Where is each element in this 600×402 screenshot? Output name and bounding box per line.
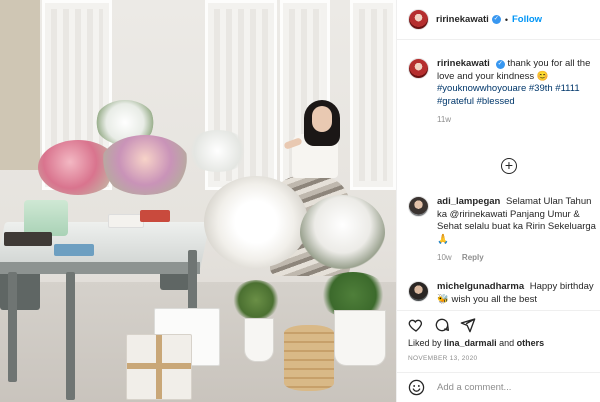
add-comment-input[interactable]: [437, 382, 587, 393]
reply-button[interactable]: Reply: [462, 253, 484, 262]
likes-summary: Liked by lina_darmali and others: [408, 338, 544, 348]
likes-others[interactable]: others: [517, 338, 545, 348]
comment-user[interactable]: adi_lampegan: [437, 196, 500, 207]
plus-circle-icon[interactable]: +: [501, 158, 517, 174]
table-leg: [8, 272, 17, 382]
white-rose-bouquet: [204, 176, 308, 268]
comment-time[interactable]: 10w: [437, 253, 452, 262]
tray: [4, 232, 52, 246]
avatar[interactable]: [408, 9, 429, 30]
likes-user[interactable]: lina_darmali: [444, 338, 497, 348]
blue-box: [54, 244, 94, 256]
post-photo[interactable]: [0, 0, 396, 402]
comment-meta: 10w Reply: [437, 252, 596, 265]
share-icon[interactable]: [460, 317, 476, 333]
heart-icon[interactable]: [408, 317, 424, 333]
author-handle[interactable]: ririnekawati: [436, 14, 489, 25]
add-comment-bar: [397, 372, 600, 402]
flower-bowl: [185, 130, 250, 172]
likes-prefix: Liked by: [408, 338, 442, 348]
orchid-arrangement: [300, 195, 385, 270]
cake: [24, 200, 68, 236]
mixed-flowers: [100, 135, 190, 195]
gift-box: [126, 334, 192, 400]
comment-item: adi_lampegan Selamat Ulan Tahun ka @riri…: [408, 196, 596, 265]
gift-basket: [284, 325, 334, 391]
caption-user[interactable]: ririnekawati: [437, 58, 490, 69]
emoji-icon[interactable]: [408, 379, 425, 396]
table-edge: [0, 262, 200, 274]
likes-conjunction: and: [499, 338, 515, 348]
wall: [0, 0, 40, 170]
plant-pot: [334, 310, 386, 366]
verified-badge-icon: ✓: [495, 60, 505, 69]
caption-body: ririnekawati ✓ thank you for all the love…: [437, 58, 596, 127]
table-leg: [66, 272, 75, 400]
avatar[interactable]: [408, 58, 429, 79]
action-bar: [397, 310, 600, 333]
caption-time[interactable]: 11w: [437, 115, 451, 124]
post-header: ririnekawati ✓ • Follow: [397, 0, 600, 40]
comment-body: adi_lampegan Selamat Ulan Tahun ka @riri…: [437, 196, 596, 265]
avatar[interactable]: [408, 281, 429, 302]
separator: •: [504, 14, 508, 25]
white-box: [108, 214, 144, 228]
comment-body: michelgunadharma Happy birthday🐝 wish yo…: [437, 281, 596, 306]
small-plant: [232, 280, 280, 320]
comment-user[interactable]: michelgunadharma: [437, 281, 524, 292]
caption-meta: 11w: [437, 114, 596, 127]
caption-hashtags[interactable]: #youknowwhoyouare #39th #1111 #grateful …: [437, 83, 596, 108]
post-sidebar: ririnekawati ✓ • Follow ririnekawati ✓ th…: [396, 0, 600, 402]
comment-icon[interactable]: [434, 317, 450, 333]
woman-face: [312, 106, 332, 132]
red-box: [140, 210, 170, 222]
post-date[interactable]: NOVEMBER 13, 2020: [408, 355, 477, 362]
window-door: [350, 0, 396, 190]
caption: ririnekawati ✓ thank you for all the love…: [408, 58, 596, 127]
verified-badge-icon: ✓: [491, 15, 501, 24]
follow-button[interactable]: Follow: [512, 14, 542, 25]
comment-item: michelgunadharma Happy birthday🐝 wish yo…: [408, 281, 596, 306]
chair: [0, 270, 40, 310]
avatar[interactable]: [408, 196, 429, 217]
plant-pot: [244, 318, 274, 362]
comments-list: ririnekawati ✓ thank you for all the love…: [397, 41, 600, 309]
